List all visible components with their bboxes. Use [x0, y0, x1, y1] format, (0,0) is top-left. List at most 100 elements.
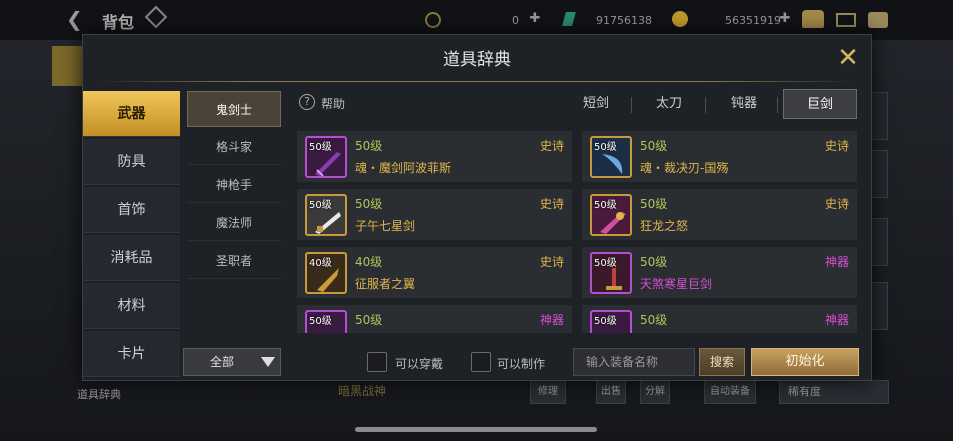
- background-label: 暗黑战神: [338, 384, 387, 398]
- item-icon: 50级: [305, 136, 347, 178]
- class-fighter[interactable]: 格斗家: [187, 129, 281, 165]
- can-wear-label[interactable]: 可以穿戴: [395, 355, 443, 372]
- class-slayer[interactable]: 鬼剑士: [187, 91, 281, 127]
- can-craft-label[interactable]: 可以制作: [497, 355, 545, 372]
- item-icon: 50级: [590, 136, 632, 178]
- category-card[interactable]: 卡片: [83, 331, 180, 377]
- disassemble-button[interactable]: 分解: [640, 380, 670, 404]
- category-accessory[interactable]: 首饰: [83, 187, 180, 233]
- item-grade: 史诗: [539, 139, 564, 153]
- close-icon[interactable]: ✕: [833, 43, 863, 73]
- bag-title: 背包: [102, 13, 135, 32]
- item-icon: 50级: [305, 310, 347, 333]
- category-list: 武器 防具 首饰 消耗品 材料 卡片: [83, 91, 180, 381]
- item-search-input[interactable]: [573, 348, 695, 376]
- item-level: 50级: [355, 197, 383, 211]
- home-indicator[interactable]: [355, 427, 597, 432]
- item-card[interactable]: 50级 50级 神器: [582, 305, 857, 333]
- sword-icon: [317, 268, 339, 292]
- category-material[interactable]: 材料: [83, 283, 180, 329]
- help-label[interactable]: 帮助: [321, 95, 345, 112]
- item-card[interactable]: 50级 50级 史诗 狂龙之怒: [582, 189, 857, 242]
- dictionary-label: 道具辞典: [77, 388, 121, 401]
- mail-icon[interactable]: [836, 13, 856, 27]
- tab-short-sword[interactable]: 短剑: [569, 89, 623, 119]
- item-icon: 40级: [305, 252, 347, 294]
- item-grade: 史诗: [539, 197, 564, 211]
- item-grade: 神器: [824, 313, 849, 327]
- sword-icon: [315, 212, 341, 234]
- tab-katana[interactable]: 太刀: [643, 89, 695, 119]
- class-mage[interactable]: 魔法师: [187, 205, 281, 241]
- category-consumable[interactable]: 消耗品: [83, 235, 180, 281]
- dialog-header: 道具辞典 ✕: [83, 35, 871, 81]
- can-wear-checkbox[interactable]: [367, 352, 387, 372]
- item-name: 天煞寒星巨剑: [640, 277, 713, 291]
- sword-icon: [602, 154, 623, 174]
- item-name: 征服者之翼: [355, 277, 416, 291]
- item-name: 子午七星剑: [355, 219, 416, 233]
- header-divider: [97, 81, 857, 82]
- sort-select[interactable]: 稀有度: [779, 380, 889, 404]
- class-priest[interactable]: 圣职者: [187, 243, 281, 279]
- sword-icon: [600, 212, 626, 234]
- item-grade: 史诗: [824, 139, 849, 153]
- repair-button[interactable]: 修理: [530, 380, 566, 404]
- item-card[interactable]: 40级 40级 史诗 征服者之翼: [297, 247, 572, 300]
- item-card[interactable]: 50级 50级 神器 天煞寒星巨剑: [582, 247, 857, 300]
- item-card[interactable]: 50级 50级 神器: [297, 305, 572, 333]
- tab-greatsword[interactable]: 巨剑: [783, 89, 857, 119]
- sword-icon: [606, 268, 622, 290]
- help-icon[interactable]: ?: [299, 94, 315, 110]
- item-level: 50级: [355, 139, 383, 153]
- back-arrow-icon[interactable]: ❮: [66, 8, 92, 30]
- diamond-icon: [144, 5, 168, 29]
- gold-coin-icon: [672, 11, 688, 27]
- item-icon: 50级: [590, 310, 632, 333]
- plus-icon[interactable]: ✚: [528, 12, 542, 26]
- item-level: 50级: [640, 197, 668, 211]
- item-name: 狂龙之怒: [640, 219, 689, 233]
- chat-icon[interactable]: [868, 12, 888, 28]
- item-icon: 50级: [305, 194, 347, 236]
- category-armor[interactable]: 防具: [83, 139, 180, 185]
- item-name: 魂・裁决刃-国殇: [640, 161, 729, 175]
- item-grade: 史诗: [824, 197, 849, 211]
- c-coin-icon: [425, 12, 441, 28]
- sword-icon: [315, 152, 341, 176]
- category-weapon[interactable]: 武器: [83, 91, 180, 137]
- plus-icon[interactable]: ✚: [778, 12, 792, 26]
- auto-equip-button[interactable]: 自动装备: [704, 380, 756, 404]
- item-level: 50级: [640, 255, 668, 269]
- item-icon: 50级: [590, 252, 632, 294]
- item-level: 40级: [355, 255, 383, 269]
- class-gunner[interactable]: 神枪手: [187, 167, 281, 203]
- item-grade: 史诗: [539, 255, 564, 269]
- item-card[interactable]: 50级 50级 史诗 子午七星剑: [297, 189, 572, 242]
- sell-button[interactable]: 出售: [596, 380, 626, 404]
- can-craft-checkbox[interactable]: [471, 352, 491, 372]
- background-tab: [52, 46, 84, 86]
- item-grid: 50级 50级 史诗 魂・魔剑阿波菲斯 50级 50级 史诗 魂・裁决刃-国殇 …: [297, 131, 857, 333]
- item-level: 50级: [640, 313, 668, 327]
- tab-divider: [777, 97, 778, 113]
- currency-value-2: 91756138: [596, 14, 652, 27]
- gem-icon: [562, 12, 576, 26]
- tab-blunt[interactable]: 钝器: [717, 89, 771, 119]
- item-grade: 神器: [539, 313, 564, 327]
- currency-value-1: 0: [512, 14, 519, 27]
- item-card[interactable]: 50级 50级 史诗 魂・魔剑阿波菲斯: [297, 131, 572, 184]
- item-level: 50级: [355, 313, 383, 327]
- item-dictionary-dialog: 道具辞典 ✕ 武器 防具 首饰 消耗品 材料 卡片 鬼剑士 格斗家 神枪手 魔法…: [82, 34, 872, 381]
- currency-value-3: 56351919: [725, 14, 781, 27]
- tab-divider: [705, 97, 706, 113]
- item-name: 魂・魔剑阿波菲斯: [355, 161, 452, 175]
- search-button[interactable]: 搜索: [699, 348, 745, 376]
- dropdown-arrow-icon[interactable]: [261, 357, 275, 367]
- item-level: 50级: [640, 139, 668, 153]
- item-icon: 50级: [590, 194, 632, 236]
- tab-divider: [631, 97, 632, 113]
- reset-button[interactable]: 初始化: [751, 348, 859, 376]
- cake-icon[interactable]: [802, 10, 824, 28]
- item-card[interactable]: 50级 50级 史诗 魂・裁决刃-国殇: [582, 131, 857, 184]
